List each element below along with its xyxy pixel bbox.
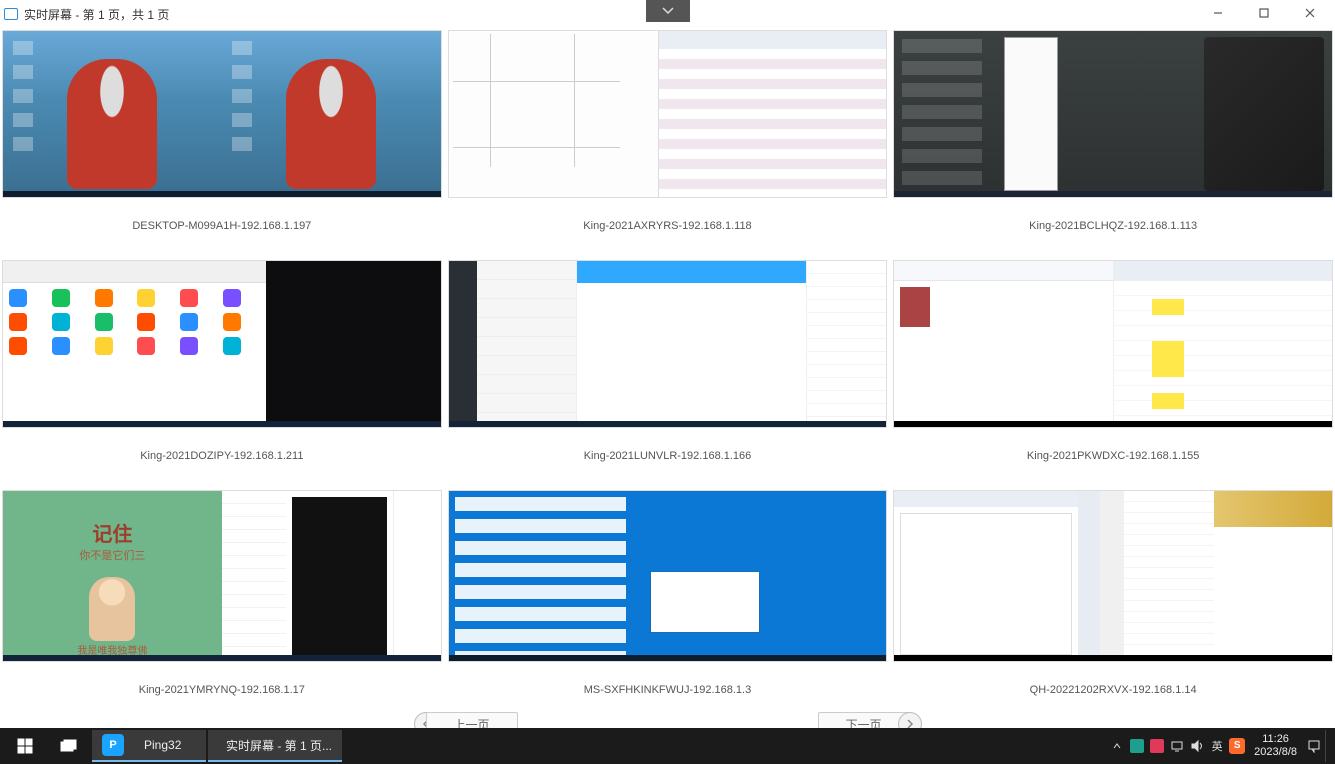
next-arrow-icon[interactable] <box>898 712 922 728</box>
volume-icon[interactable] <box>1188 737 1206 755</box>
screen-label: DESKTOP-M099A1H-192.168.1.197 <box>2 198 442 254</box>
tray-overflow-icon[interactable] <box>1108 737 1126 755</box>
next-page-label: 下一页 <box>845 716 881 729</box>
windows-icon <box>17 738 33 754</box>
window-title: 实时屏幕 - 第 1 页，共 1 页 <box>24 6 169 23</box>
screen-cell: King-2021DOZIPY-192.168.1.211 <box>2 260 442 484</box>
system-clock[interactable]: 11:26 2023/8/8 <box>1248 733 1303 759</box>
screen-label: King-2021YMRYNQ-192.168.1.17 <box>2 662 442 718</box>
screen-cell: QH-20221202RXVX-192.168.1.14 <box>893 490 1333 718</box>
screen-label: King-2021LUNVLR-192.168.1.166 <box>448 428 888 484</box>
screen-label: King-2021PKWDXC-192.168.1.155 <box>893 428 1333 484</box>
cartoon-subtitle: 你不是它们三 <box>79 547 145 563</box>
prev-page-label: 上一页 <box>453 716 489 729</box>
collapse-toggle[interactable] <box>646 0 690 22</box>
sogou-ime-icon[interactable]: S <box>1228 737 1246 755</box>
action-center-icon[interactable] <box>1305 737 1323 755</box>
screen-cell: King-2021AXRYRS-192.168.1.118 <box>448 30 888 254</box>
tray-app-icon[interactable] <box>1148 737 1166 755</box>
app-icon <box>4 8 18 20</box>
screen-label: QH-20221202RXVX-192.168.1.14 <box>893 662 1333 718</box>
screen-thumbnail[interactable]: 记住 你不是它们三 我是唯我独尊佛 <box>2 490 442 662</box>
close-button[interactable] <box>1287 2 1333 24</box>
ime-indicator[interactable]: 英 <box>1208 737 1226 755</box>
screen-thumbnail[interactable] <box>448 490 888 662</box>
task-view-icon <box>60 739 78 753</box>
chevron-down-icon <box>661 6 675 16</box>
screen-cell: 记住 你不是它们三 我是唯我独尊佛 King-2021YMRYNQ-192.16… <box>2 490 442 718</box>
tray-app-icon[interactable] <box>1128 737 1146 755</box>
next-page-button[interactable]: 下一页 <box>818 712 910 728</box>
screen-cell: King-2021BCLHQZ-192.168.1.113 <box>893 30 1333 254</box>
show-desktop-button[interactable] <box>1325 730 1331 762</box>
clock-time: 11:26 <box>1254 733 1297 746</box>
screen-thumbnail[interactable] <box>893 30 1333 198</box>
screen-cell: DESKTOP-M099A1H-192.168.1.197 <box>2 30 442 254</box>
screen-label: MS-SXFHKINKFWUJ-192.168.1.3 <box>448 662 888 718</box>
screen-thumbnail[interactable] <box>2 260 442 428</box>
screen-grid: DESKTOP-M099A1H-192.168.1.197 King-2021A… <box>2 30 1333 718</box>
screen-label: King-2021BCLHQZ-192.168.1.113 <box>893 198 1333 254</box>
screen-thumbnail[interactable] <box>893 490 1333 662</box>
network-icon[interactable] <box>1168 737 1186 755</box>
screen-cell: MS-SXFHKINKFWUJ-192.168.1.3 <box>448 490 888 718</box>
titlebar: 实时屏幕 - 第 1 页，共 1 页 <box>0 0 1335 28</box>
taskbar-app-ping32-label[interactable]: Ping32 <box>134 730 206 762</box>
ping32-icon: P <box>102 734 124 756</box>
taskbar-app-realtime-screen[interactable]: 实时屏幕 - 第 1 页... <box>208 730 342 762</box>
screen-thumbnail[interactable] <box>448 30 888 198</box>
clock-date: 2023/8/8 <box>1254 746 1297 759</box>
screen-cell: King-2021LUNVLR-192.168.1.166 <box>448 260 888 484</box>
screen-thumbnail[interactable] <box>2 30 442 198</box>
screen-thumbnail[interactable] <box>448 260 888 428</box>
prev-page-button[interactable]: 上一页 <box>426 712 518 728</box>
cartoon-title: 记住 <box>92 518 132 547</box>
task-view-button[interactable] <box>48 730 90 762</box>
start-button[interactable] <box>4 730 46 762</box>
screen-thumbnail[interactable] <box>893 260 1333 428</box>
screen-label: King-2021DOZIPY-192.168.1.211 <box>2 428 442 484</box>
maximize-button[interactable] <box>1241 2 1287 24</box>
screen-label: King-2021AXRYRS-192.168.1.118 <box>448 198 888 254</box>
taskbar-app-ping32[interactable]: P <box>92 730 134 762</box>
minimize-button[interactable] <box>1195 2 1241 24</box>
content-area: DESKTOP-M099A1H-192.168.1.197 King-2021A… <box>0 28 1335 728</box>
taskbar: P Ping32 实时屏幕 - 第 1 页... 英 S <box>0 728 1335 764</box>
screen-cell: King-2021PKWDXC-192.168.1.155 <box>893 260 1333 484</box>
